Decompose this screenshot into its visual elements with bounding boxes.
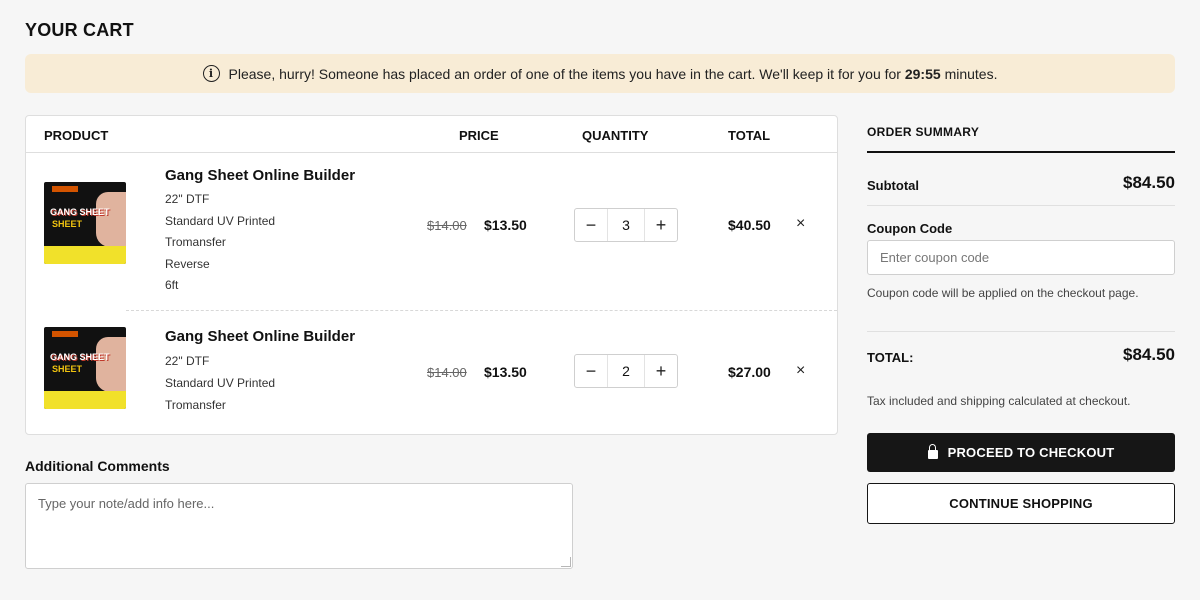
divider — [867, 331, 1175, 332]
subtotal-label: Subtotal — [867, 178, 919, 193]
hurry-notice-banner: i Please, hurry! Someone has placed an o… — [25, 54, 1175, 93]
original-price: $14.00 — [427, 365, 467, 380]
comments-textarea[interactable] — [25, 483, 573, 569]
product-variant: Reverse — [165, 257, 210, 271]
thumb-decoration — [96, 192, 126, 247]
row-divider — [126, 310, 837, 311]
thumb-decoration — [44, 391, 126, 409]
remove-item-icon[interactable]: × — [796, 362, 805, 380]
decrease-quantity-button[interactable]: − — [575, 355, 607, 387]
total-label: TOTAL: — [867, 350, 914, 365]
notice-text: Please, hurry! Someone has placed an ord… — [228, 65, 998, 82]
textarea-resize-handle[interactable] — [561, 557, 571, 567]
comments-label: Additional Comments — [25, 458, 170, 474]
coupon-row: Coupon Code — [867, 220, 1175, 238]
thumb-logo-text: GANG SHEET — [50, 352, 110, 362]
thumb-logo-text: SHEET — [52, 219, 83, 229]
subtotal-value: $84.50 — [1123, 173, 1175, 192]
proceed-to-checkout-button[interactable]: PROCEED TO CHECKOUT — [867, 433, 1175, 472]
checkout-label: PROCEED TO CHECKOUT — [947, 445, 1115, 460]
info-icon: i — [202, 65, 220, 82]
product-thumbnail[interactable]: GANG SHEET SHEET — [44, 327, 126, 409]
thumb-logo-text: GANG SHEET — [50, 207, 110, 217]
remove-item-icon[interactable]: × — [796, 215, 805, 233]
tax-note: Tax included and shipping calculated at … — [867, 394, 1131, 408]
divider — [867, 205, 1175, 206]
page-title: YOUR CART — [25, 20, 134, 40]
increase-quantity-button[interactable]: + — [645, 355, 677, 387]
line-total: $27.00 — [728, 364, 771, 380]
lock-icon — [927, 444, 938, 459]
product-name[interactable]: Gang Sheet Online Builder — [165, 328, 355, 345]
total-value: $84.50 — [1123, 345, 1175, 364]
subtotal-row: Subtotal $84.50 — [867, 173, 1175, 195]
sale-price: $13.50 — [484, 364, 527, 380]
coupon-note: Coupon code will be applied on the check… — [867, 286, 1139, 300]
product-variant: Standard UV Printed — [165, 376, 276, 390]
cart-table: PRODUCT PRICE QUANTITY TOTAL GANG SHEET … — [25, 115, 838, 435]
cart-item-row: GANG SHEET SHEET Gang Sheet Online Build… — [26, 153, 837, 311]
continue-shopping-button[interactable]: CONTINUE SHOPPING — [867, 483, 1175, 524]
header-quantity: QUANTITY — [582, 128, 649, 143]
cart-table-header: PRODUCT PRICE QUANTITY TOTAL — [26, 116, 837, 153]
quantity-stepper: − 3 + — [574, 208, 678, 242]
product-variant: 22" DTF — [165, 192, 210, 206]
line-total: $40.50 — [728, 217, 771, 233]
divider — [867, 151, 1175, 153]
thumb-logo-text: SHEET — [52, 364, 83, 374]
header-price: PRICE — [459, 128, 499, 143]
notice-timer: 29:55 — [904, 65, 941, 82]
thumb-decoration — [96, 337, 126, 392]
cart-item-row: GANG SHEET SHEET Gang Sheet Online Build… — [26, 312, 837, 436]
thumb-decoration — [44, 246, 126, 264]
quantity-value[interactable]: 3 — [607, 209, 645, 241]
sale-price: $13.50 — [484, 217, 527, 233]
quantity-value[interactable]: 2 — [607, 355, 645, 387]
quantity-stepper: − 2 + — [574, 354, 678, 388]
product-name[interactable]: Gang Sheet Online Builder — [165, 167, 355, 184]
product-variant: 22" DTF — [165, 354, 210, 368]
coupon-label: Coupon Code — [867, 221, 953, 236]
decrease-quantity-button[interactable]: − — [575, 209, 607, 241]
product-variant: 6ft — [165, 278, 179, 292]
header-product: PRODUCT — [44, 128, 109, 143]
coupon-code-input[interactable] — [867, 240, 1175, 275]
order-summary-title: ORDER SUMMARY — [867, 125, 980, 139]
total-row: TOTAL: $84.50 — [867, 345, 1175, 367]
thumb-decoration — [52, 331, 78, 337]
product-variant: Standard UV Printed — [165, 214, 276, 228]
product-variant: Tromansfer — [165, 235, 226, 249]
continue-label: CONTINUE SHOPPING — [949, 496, 1093, 511]
product-variant: Tromansfer — [165, 398, 226, 412]
product-thumbnail[interactable]: GANG SHEET SHEET — [44, 182, 126, 264]
header-total: TOTAL — [728, 128, 771, 143]
original-price: $14.00 — [427, 218, 467, 233]
thumb-decoration — [52, 186, 78, 192]
increase-quantity-button[interactable]: + — [645, 209, 677, 241]
